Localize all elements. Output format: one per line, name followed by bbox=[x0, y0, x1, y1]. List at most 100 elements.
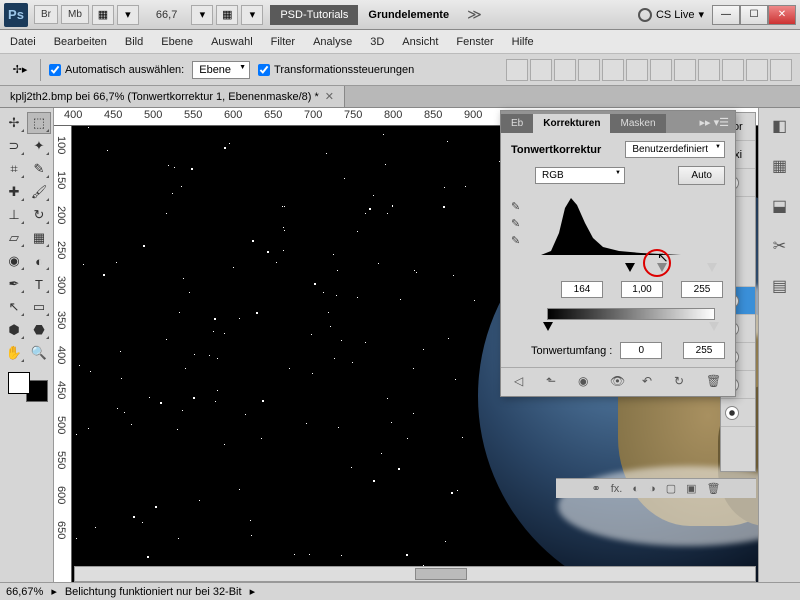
input-mid[interactable] bbox=[621, 281, 663, 298]
menu-ansicht[interactable]: Ansicht bbox=[402, 36, 438, 48]
trash-icon[interactable]: 🗑 bbox=[706, 374, 722, 390]
clip-icon[interactable]: ◉ bbox=[578, 374, 594, 390]
zoom-display[interactable]: 66,7 bbox=[148, 7, 185, 23]
shape-tool[interactable]: ▭ bbox=[27, 296, 51, 318]
white-slider[interactable] bbox=[707, 263, 717, 272]
folder-icon[interactable]: ▢ bbox=[666, 482, 676, 495]
3d-tool[interactable]: ⬢ bbox=[2, 319, 26, 341]
screen-mode-icon[interactable]: ▦ bbox=[92, 5, 114, 25]
pen-tool[interactable]: ✒ bbox=[2, 273, 26, 295]
cslive[interactable]: CS Live ▾ bbox=[638, 8, 704, 22]
dodge-tool[interactable]: ◐ bbox=[27, 250, 51, 272]
distribute-icon[interactable] bbox=[746, 59, 768, 81]
align-icon[interactable] bbox=[554, 59, 576, 81]
align-icon[interactable] bbox=[602, 59, 624, 81]
menu-bearbeiten[interactable]: Bearbeiten bbox=[54, 36, 107, 48]
panel-collapse-icon[interactable]: ▸▸ ▾☰ bbox=[694, 112, 735, 133]
horizontal-scrollbar[interactable] bbox=[74, 566, 756, 582]
adjustment-icon[interactable]: ◑ bbox=[649, 483, 656, 495]
workspace-grund[interactable]: Grundelemente bbox=[358, 5, 459, 25]
heal-tool[interactable]: ✚ bbox=[2, 181, 26, 203]
tab-masken[interactable]: Masken bbox=[610, 114, 665, 133]
menu-filter[interactable]: Filter bbox=[271, 36, 295, 48]
scissors-icon[interactable]: ✂ bbox=[767, 234, 793, 258]
align-icon[interactable] bbox=[626, 59, 648, 81]
stamp-tool[interactable]: ⊥ bbox=[2, 204, 26, 226]
align-icon[interactable] bbox=[530, 59, 552, 81]
back-icon[interactable]: ◁ bbox=[514, 374, 530, 390]
crop-tool[interactable]: ⌗ bbox=[2, 158, 26, 180]
workspace-psdtut[interactable]: PSD-Tutorials bbox=[270, 5, 358, 25]
input-black[interactable] bbox=[561, 281, 603, 298]
type-tool[interactable]: T bbox=[27, 273, 51, 295]
auto-select-checkbox[interactable]: Automatisch auswählen: bbox=[49, 64, 184, 76]
distribute-icon[interactable] bbox=[770, 59, 792, 81]
visibility-icon[interactable]: 👁 bbox=[610, 374, 626, 390]
channel-dropdown[interactable]: RGB bbox=[535, 167, 625, 184]
layer-row[interactable] bbox=[721, 399, 755, 427]
menu-datei[interactable]: Datei bbox=[10, 36, 36, 48]
zoom-tool[interactable]: 🔍 bbox=[27, 342, 51, 364]
menu-fenster[interactable]: Fenster bbox=[456, 36, 493, 48]
black-slider[interactable] bbox=[625, 263, 635, 272]
input-sliders[interactable]: ↖ bbox=[547, 263, 715, 277]
new-layer-icon[interactable]: ▣ bbox=[686, 482, 696, 495]
black-eyedropper-icon[interactable]: ✎ bbox=[511, 200, 527, 214]
gray-eyedropper-icon[interactable]: ✎ bbox=[511, 217, 527, 231]
color-panel-icon[interactable]: ◧ bbox=[767, 114, 793, 138]
menu-auswahl[interactable]: Auswahl bbox=[211, 36, 253, 48]
document-tab[interactable]: kplj2th2.bmp bei 66,7% (Tonwertkorrektur… bbox=[0, 86, 345, 107]
transform-checkbox[interactable]: Transformationssteuerungen bbox=[258, 64, 414, 76]
menu-3d[interactable]: 3D bbox=[370, 36, 384, 48]
path-tool[interactable]: ↖ bbox=[2, 296, 26, 318]
close-button[interactable]: ✕ bbox=[768, 5, 796, 25]
gradient-tool[interactable]: ▦ bbox=[27, 227, 51, 249]
input-white[interactable] bbox=[681, 281, 723, 298]
link-icon[interactable]: ⚭ bbox=[592, 482, 601, 495]
visibility-icon[interactable] bbox=[725, 406, 739, 420]
align-icon[interactable] bbox=[506, 59, 528, 81]
eraser-tool[interactable]: ▱ bbox=[2, 227, 26, 249]
align-icon[interactable] bbox=[578, 59, 600, 81]
eyedropper-tool[interactable]: ✎ bbox=[27, 158, 51, 180]
white-eyedropper-icon[interactable]: ✎ bbox=[511, 234, 527, 248]
tab-eigenschaften[interactable]: Eb bbox=[501, 114, 533, 133]
menu-hilfe[interactable]: Hilfe bbox=[512, 36, 534, 48]
distribute-icon[interactable] bbox=[698, 59, 720, 81]
foreground-color[interactable] bbox=[8, 372, 30, 394]
menu-bild[interactable]: Bild bbox=[125, 36, 143, 48]
mask-icon[interactable]: ◐ bbox=[632, 483, 639, 495]
output-sliders[interactable] bbox=[547, 322, 715, 334]
out-white-slider[interactable] bbox=[709, 322, 719, 331]
reset-icon[interactable]: ↻ bbox=[674, 374, 690, 390]
brush-tool[interactable]: 🖌 bbox=[27, 181, 51, 203]
hand-tool[interactable]: ✋ bbox=[2, 342, 26, 364]
minimize-button[interactable]: — bbox=[712, 5, 740, 25]
blur-tool[interactable]: ◉ bbox=[2, 250, 26, 272]
scrollbar-thumb[interactable] bbox=[415, 568, 467, 580]
wand-tool[interactable]: ✦ bbox=[27, 135, 51, 157]
out-black-slider[interactable] bbox=[543, 322, 553, 331]
status-zoom[interactable]: 66,67% bbox=[6, 586, 43, 598]
auto-select-dropdown[interactable]: Ebene bbox=[192, 61, 250, 79]
paragraph-panel-icon[interactable]: ▤ bbox=[767, 274, 793, 298]
menu-ebene[interactable]: Ebene bbox=[161, 36, 193, 48]
output-white[interactable] bbox=[683, 342, 725, 359]
grid-icon[interactable]: ▦ bbox=[216, 5, 238, 25]
maximize-button[interactable]: ☐ bbox=[740, 5, 768, 25]
lasso-tool[interactable]: ⊃ bbox=[2, 135, 26, 157]
expand-icon[interactable]: ⬑ bbox=[546, 374, 562, 390]
menu-analyse[interactable]: Analyse bbox=[313, 36, 352, 48]
tab-korrekturen[interactable]: Korrekturen bbox=[533, 114, 610, 133]
arrange-icon[interactable]: ▾ bbox=[191, 5, 213, 25]
output-black[interactable] bbox=[620, 342, 662, 359]
3d-cam-tool[interactable]: ⬣ bbox=[27, 319, 51, 341]
color-swatches[interactable] bbox=[8, 372, 48, 402]
adjustments-panel-icon[interactable]: ⬓ bbox=[767, 194, 793, 218]
distribute-icon[interactable] bbox=[674, 59, 696, 81]
fx-icon[interactable]: fx. bbox=[611, 483, 623, 495]
swatches-panel-icon[interactable]: ▦ bbox=[767, 154, 793, 178]
workspace-more-icon[interactable]: ≫ bbox=[467, 6, 482, 23]
minibridge-button[interactable]: Mb bbox=[61, 5, 89, 24]
move-tool[interactable]: ✢ bbox=[2, 112, 26, 134]
